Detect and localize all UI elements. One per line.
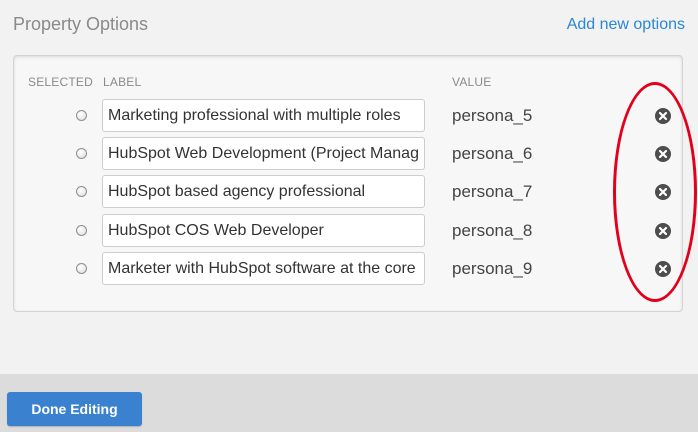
column-header-label: LABEL bbox=[103, 75, 142, 89]
option-value: persona_7 bbox=[452, 182, 533, 201]
selected-radio[interactable] bbox=[76, 186, 87, 197]
page-title: Property Options bbox=[13, 14, 149, 34]
header: Property Options Add new options bbox=[0, 0, 698, 52]
option-value: persona_9 bbox=[452, 259, 533, 278]
done-editing-button[interactable]: Done Editing bbox=[7, 392, 142, 426]
option-row: persona_8 bbox=[14, 214, 682, 248]
option-value: persona_5 bbox=[452, 106, 533, 125]
close-circle-icon[interactable] bbox=[655, 223, 671, 239]
close-circle-icon[interactable] bbox=[655, 108, 671, 124]
selected-radio[interactable] bbox=[76, 263, 87, 274]
option-label-input[interactable] bbox=[102, 214, 425, 247]
close-circle-icon[interactable] bbox=[655, 261, 671, 277]
option-row: persona_7 bbox=[14, 175, 682, 209]
footer-bar: Done Editing bbox=[0, 374, 698, 432]
close-circle-icon[interactable] bbox=[655, 146, 671, 162]
option-row: persona_9 bbox=[14, 252, 682, 286]
selected-radio[interactable] bbox=[76, 225, 87, 236]
option-label-input[interactable] bbox=[102, 175, 425, 208]
selected-radio[interactable] bbox=[76, 110, 87, 121]
close-circle-icon[interactable] bbox=[655, 184, 671, 200]
add-new-options-link[interactable]: Add new options bbox=[567, 16, 685, 34]
option-label-input[interactable] bbox=[102, 99, 425, 132]
options-panel: SELECTED LABEL VALUE persona_5 persona_6… bbox=[13, 55, 683, 312]
option-label-input[interactable] bbox=[102, 137, 425, 170]
column-header-selected: SELECTED bbox=[28, 75, 93, 89]
option-value: persona_6 bbox=[452, 144, 533, 163]
option-value: persona_8 bbox=[452, 221, 533, 240]
option-row: persona_5 bbox=[14, 99, 682, 133]
column-header-value: VALUE bbox=[452, 75, 492, 89]
option-row: persona_6 bbox=[14, 137, 682, 171]
option-label-input[interactable] bbox=[102, 252, 425, 285]
selected-radio[interactable] bbox=[76, 148, 87, 159]
